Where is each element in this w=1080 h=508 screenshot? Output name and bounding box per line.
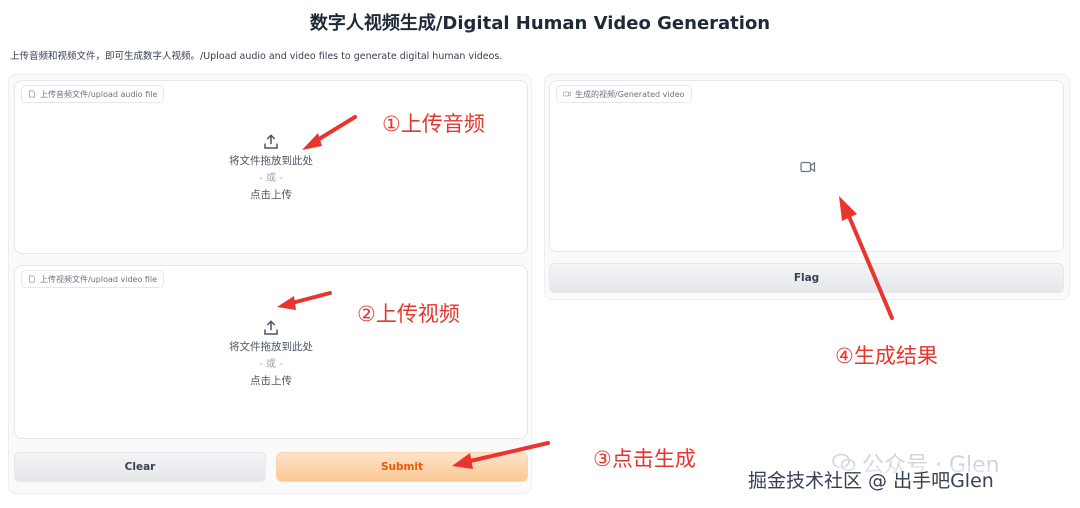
page-title: 数字人视频生成/Digital Human Video Generation xyxy=(309,13,771,34)
file-icon xyxy=(29,275,35,283)
audio-or-text: - 或 - xyxy=(259,173,283,184)
audio-click-upload[interactable]: 点击上传 xyxy=(15,187,527,204)
annotation-step4: ④生成结果 xyxy=(835,344,938,368)
video-camera-icon xyxy=(563,91,571,97)
audio-upload-label-text: 上传音频文件/upload audio file xyxy=(40,89,158,99)
video-camera-icon xyxy=(800,161,816,173)
video-drop-text: 将文件拖放到此处 xyxy=(229,341,313,353)
upload-icon xyxy=(264,320,278,335)
annotation-step3: ③点击生成 xyxy=(593,447,696,471)
credit-text: 掘金技术社区 @ 出手吧Glen xyxy=(748,466,994,493)
generated-video-label: 生成的视频/Generated video xyxy=(556,85,692,103)
audio-upload-dropzone[interactable]: 上传音频文件/upload audio file 将文件拖放到此处 - 或 - … xyxy=(14,80,528,254)
video-upload-prompt: 将文件拖放到此处 - 或 - 点击上传 xyxy=(15,319,527,390)
annotation-step1: ①上传音频 xyxy=(382,112,485,136)
audio-upload-label: 上传音频文件/upload audio file xyxy=(21,85,165,103)
video-click-upload[interactable]: 点击上传 xyxy=(15,373,527,390)
upload-icon xyxy=(264,134,278,149)
flag-button[interactable]: Flag xyxy=(549,263,1064,293)
audio-drop-text: 将文件拖放到此处 xyxy=(229,155,313,167)
file-icon xyxy=(29,90,35,98)
generated-video-label-text: 生成的视频/Generated video xyxy=(575,89,685,99)
audio-upload-prompt: 将文件拖放到此处 - 或 - 点击上传 xyxy=(15,133,527,204)
video-or-text: - 或 - xyxy=(259,359,283,370)
generated-video-panel: 生成的视频/Generated video xyxy=(549,80,1064,252)
page-description: 上传音频和视频文件，即可生成数字人视频。/Upload audio and vi… xyxy=(10,51,503,62)
annotation-step2: ②上传视频 xyxy=(357,302,460,326)
video-upload-dropzone[interactable]: 上传视频文件/upload video file 将文件拖放到此处 - 或 - … xyxy=(14,265,528,439)
clear-button[interactable]: Clear xyxy=(14,452,266,482)
video-upload-label-text: 上传视频文件/upload video file xyxy=(40,274,158,284)
submit-button[interactable]: Submit xyxy=(276,452,528,482)
video-upload-label: 上传视频文件/upload video file xyxy=(21,270,165,288)
